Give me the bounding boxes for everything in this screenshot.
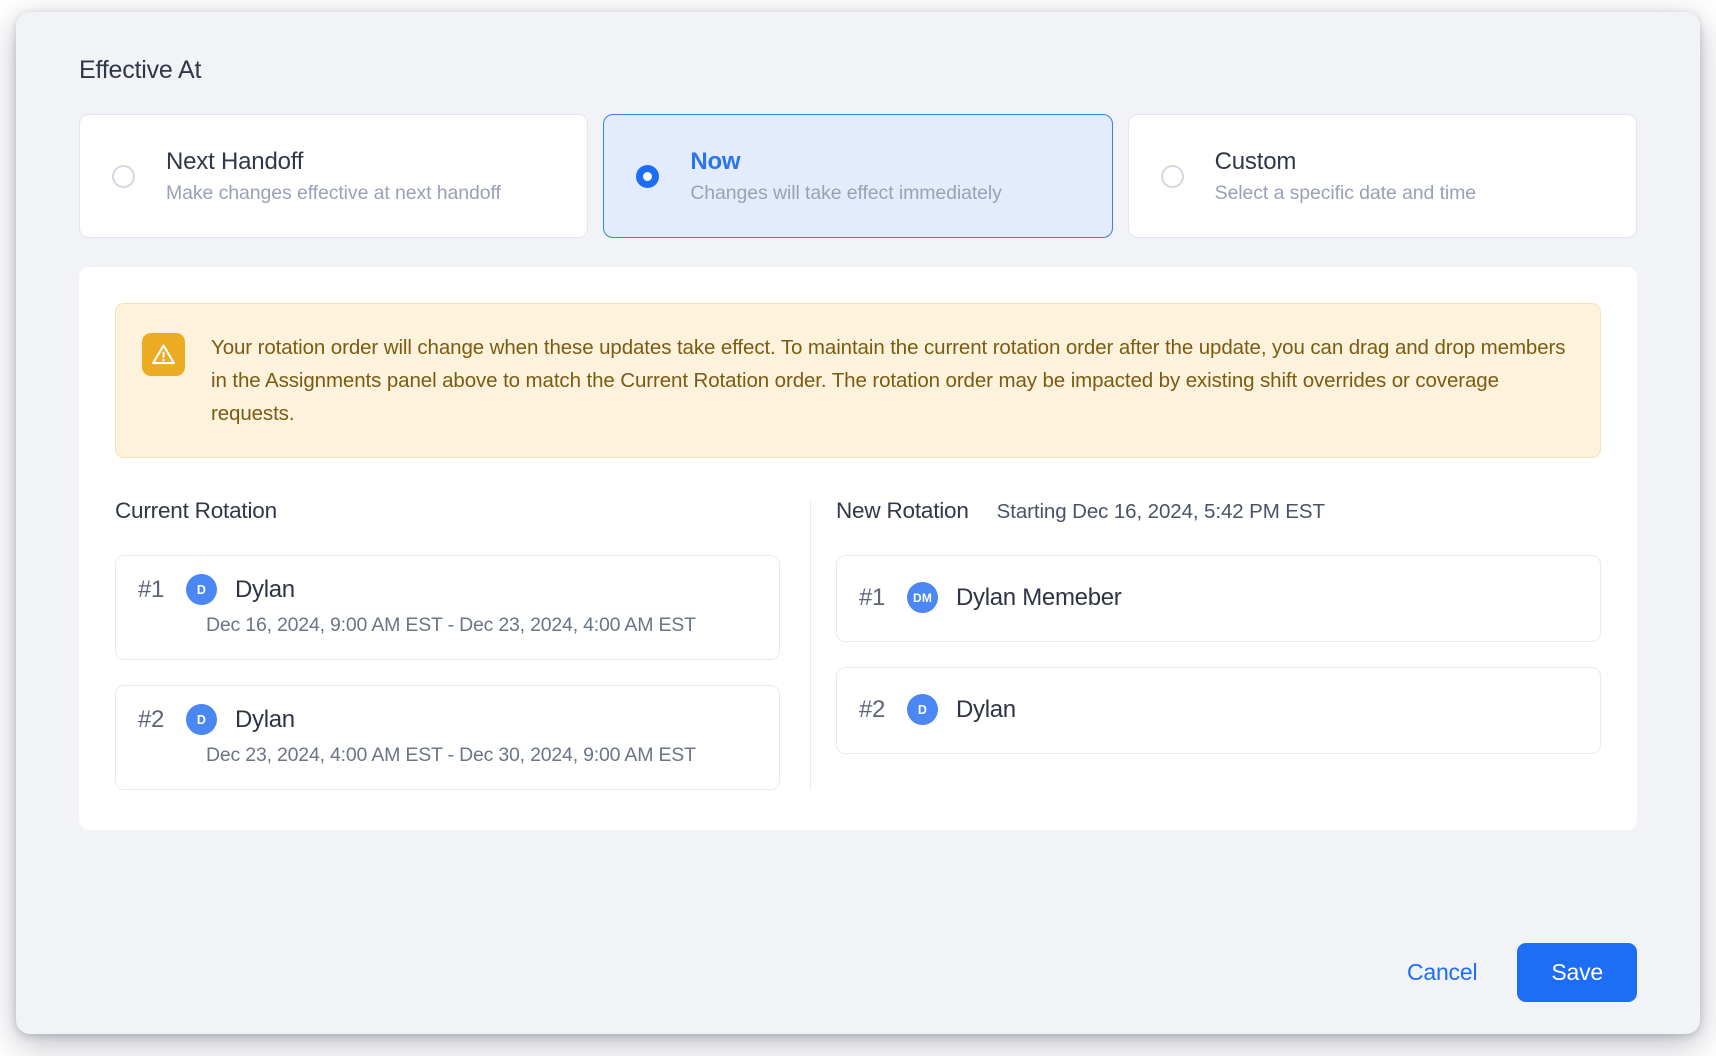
member-name: Dylan bbox=[235, 575, 295, 603]
avatar: D bbox=[186, 704, 217, 735]
option-card-next-handoff[interactable]: Next Handoff Make changes effective at n… bbox=[79, 114, 589, 238]
option-texts: Next Handoff Make changes effective at n… bbox=[166, 148, 501, 205]
warning-text: Your rotation order will change when the… bbox=[211, 336, 1566, 425]
page-title: Effective At bbox=[79, 56, 202, 84]
effective-at-dialog: Effective At Next Handoff Make changes e… bbox=[16, 12, 1700, 1034]
option-title-next-handoff: Next Handoff bbox=[166, 147, 304, 175]
rotation-rank: #2 bbox=[859, 695, 886, 723]
avatar: D bbox=[907, 694, 938, 725]
option-texts: Custom Select a specific date and time bbox=[1215, 148, 1476, 205]
new-rotation-item-2[interactable]: #2 D Dylan bbox=[836, 667, 1601, 754]
radio-now[interactable] bbox=[636, 164, 660, 188]
avatar: D bbox=[186, 574, 217, 605]
rotation-rank: #2 bbox=[138, 705, 165, 733]
option-subtitle-custom: Select a specific date and time bbox=[1214, 181, 1477, 204]
option-card-custom[interactable]: Custom Select a specific date and time bbox=[1127, 114, 1637, 238]
option-subtitle-next-handoff: Make changes effective at next handoff bbox=[166, 181, 501, 204]
member-name: Dylan Memeber bbox=[956, 583, 1122, 611]
member-name: Dylan bbox=[956, 695, 1016, 723]
rotation-warning-banner: Your rotation order will change when the… bbox=[115, 303, 1601, 458]
rotation-row: #2 D Dylan bbox=[859, 694, 1578, 725]
current-rotation-item-2[interactable]: #2 D Dylan Dec 23, 2024, 4:00 AM EST - D… bbox=[115, 685, 780, 790]
new-rotation-title: New Rotation bbox=[836, 498, 969, 523]
rotation-row: #1 DM Dylan Memeber bbox=[859, 582, 1578, 613]
dialog-footer: Cancel Save bbox=[50, 910, 1666, 1034]
option-texts: Now Changes will take effect immediately bbox=[690, 147, 1002, 205]
option-title-now: Now bbox=[690, 147, 741, 175]
rotation-rank: #1 bbox=[859, 583, 886, 611]
new-rotation-starting: Starting Dec 16, 2024, 5:42 PM EST bbox=[996, 500, 1325, 523]
option-card-now[interactable]: Now Changes will take effect immediately bbox=[603, 114, 1113, 238]
rotation-date-range: Dec 16, 2024, 9:00 AM EST - Dec 23, 2024… bbox=[206, 614, 696, 636]
radio-custom[interactable] bbox=[1160, 164, 1184, 188]
member-name: Dylan bbox=[235, 705, 295, 733]
rotation-panel: Your rotation order will change when the… bbox=[79, 267, 1637, 830]
new-rotation-header: New Rotation Starting Dec 16, 2024, 5:42… bbox=[836, 498, 1601, 530]
effective-at-options: Next Handoff Make changes effective at n… bbox=[79, 114, 1637, 238]
rotation-date-range: Dec 23, 2024, 4:00 AM EST - Dec 30, 2024… bbox=[206, 744, 696, 766]
screen: Effective At Next Handoff Make changes e… bbox=[0, 0, 1716, 1056]
current-rotation-title: Current Rotation bbox=[115, 498, 277, 523]
current-rotation-item-1[interactable]: #1 D Dylan Dec 16, 2024, 9:00 AM EST - D… bbox=[115, 555, 780, 660]
radio-next-handoff[interactable] bbox=[112, 164, 135, 188]
option-subtitle-now: Changes will take effect immediately bbox=[690, 181, 1002, 204]
current-rotation-header: Current Rotation bbox=[115, 498, 780, 530]
cancel-button[interactable]: Cancel bbox=[1403, 951, 1481, 994]
option-title-custom: Custom bbox=[1214, 147, 1297, 175]
warning-triangle-icon bbox=[142, 333, 185, 376]
save-button[interactable]: Save bbox=[1517, 942, 1637, 1002]
new-rotation-column: New Rotation Starting Dec 16, 2024, 5:42… bbox=[811, 498, 1601, 790]
rotation-row: #2 D Dylan bbox=[138, 704, 757, 735]
rotation-rank: #1 bbox=[138, 575, 165, 603]
avatar: DM bbox=[907, 582, 938, 613]
rotation-row: #1 D Dylan bbox=[138, 574, 757, 605]
rotation-comparison: Current Rotation #1 D Dylan Dec 16, 2024… bbox=[115, 498, 1601, 790]
current-rotation-column: Current Rotation #1 D Dylan Dec 16, 2024… bbox=[115, 498, 810, 790]
new-rotation-item-1[interactable]: #1 DM Dylan Memeber bbox=[836, 555, 1601, 642]
